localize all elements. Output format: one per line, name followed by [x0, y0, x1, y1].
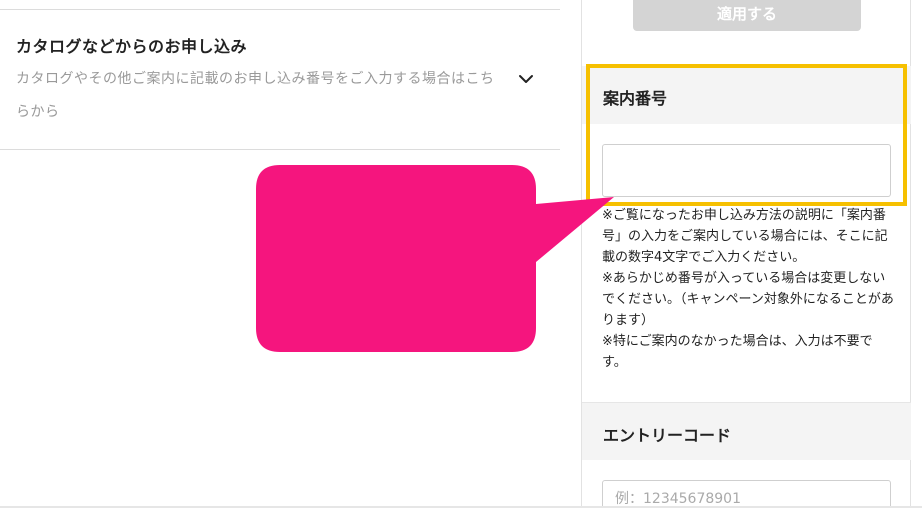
annai-section-header: 案内番号 — [582, 66, 911, 124]
annai-note: ※特にご案内のなかった場合は、入力は不要です。 — [602, 334, 873, 370]
catalog-section-title[interactable]: カタログなどからのお申し込み — [16, 33, 247, 57]
entry-heading: エントリーコード — [603, 426, 732, 445]
annai-heading: 案内番号 — [603, 89, 668, 108]
annai-number-input[interactable] — [602, 144, 891, 197]
annai-note: ※ご覧になったお申し込み方法の説明に「案内番号」の入力をご案内している場合には、… — [602, 208, 888, 265]
annai-notes: ※ご覧になったお申し込み方法の説明に「案内番号」の入力をご案内している場合には、… — [602, 205, 894, 373]
catalog-panel: カタログなどからのお申し込み カタログやその他ご案内に記載のお申し込み番号をご入… — [0, 0, 560, 508]
apply-button[interactable]: 適用する — [633, 0, 861, 31]
chevron-down-icon[interactable] — [517, 70, 535, 88]
divider — [0, 149, 560, 150]
sidebar-panel: 適用する 案内番号 ※ご覧になったお申し込み方法の説明に「案内番号」の入力をご案… — [581, 0, 911, 508]
entry-section-header: エントリーコード — [582, 402, 911, 460]
catalog-section-description[interactable]: カタログやその他ご案内に記載のお申し込み番号をご入力する場合はこちらから — [16, 63, 496, 129]
divider — [0, 9, 560, 10]
annai-note: ※あらかじめ番号が入っている場合は変更しないでください。（キャンペーン対象外にな… — [602, 271, 894, 328]
entry-code-input[interactable] — [602, 480, 891, 508]
